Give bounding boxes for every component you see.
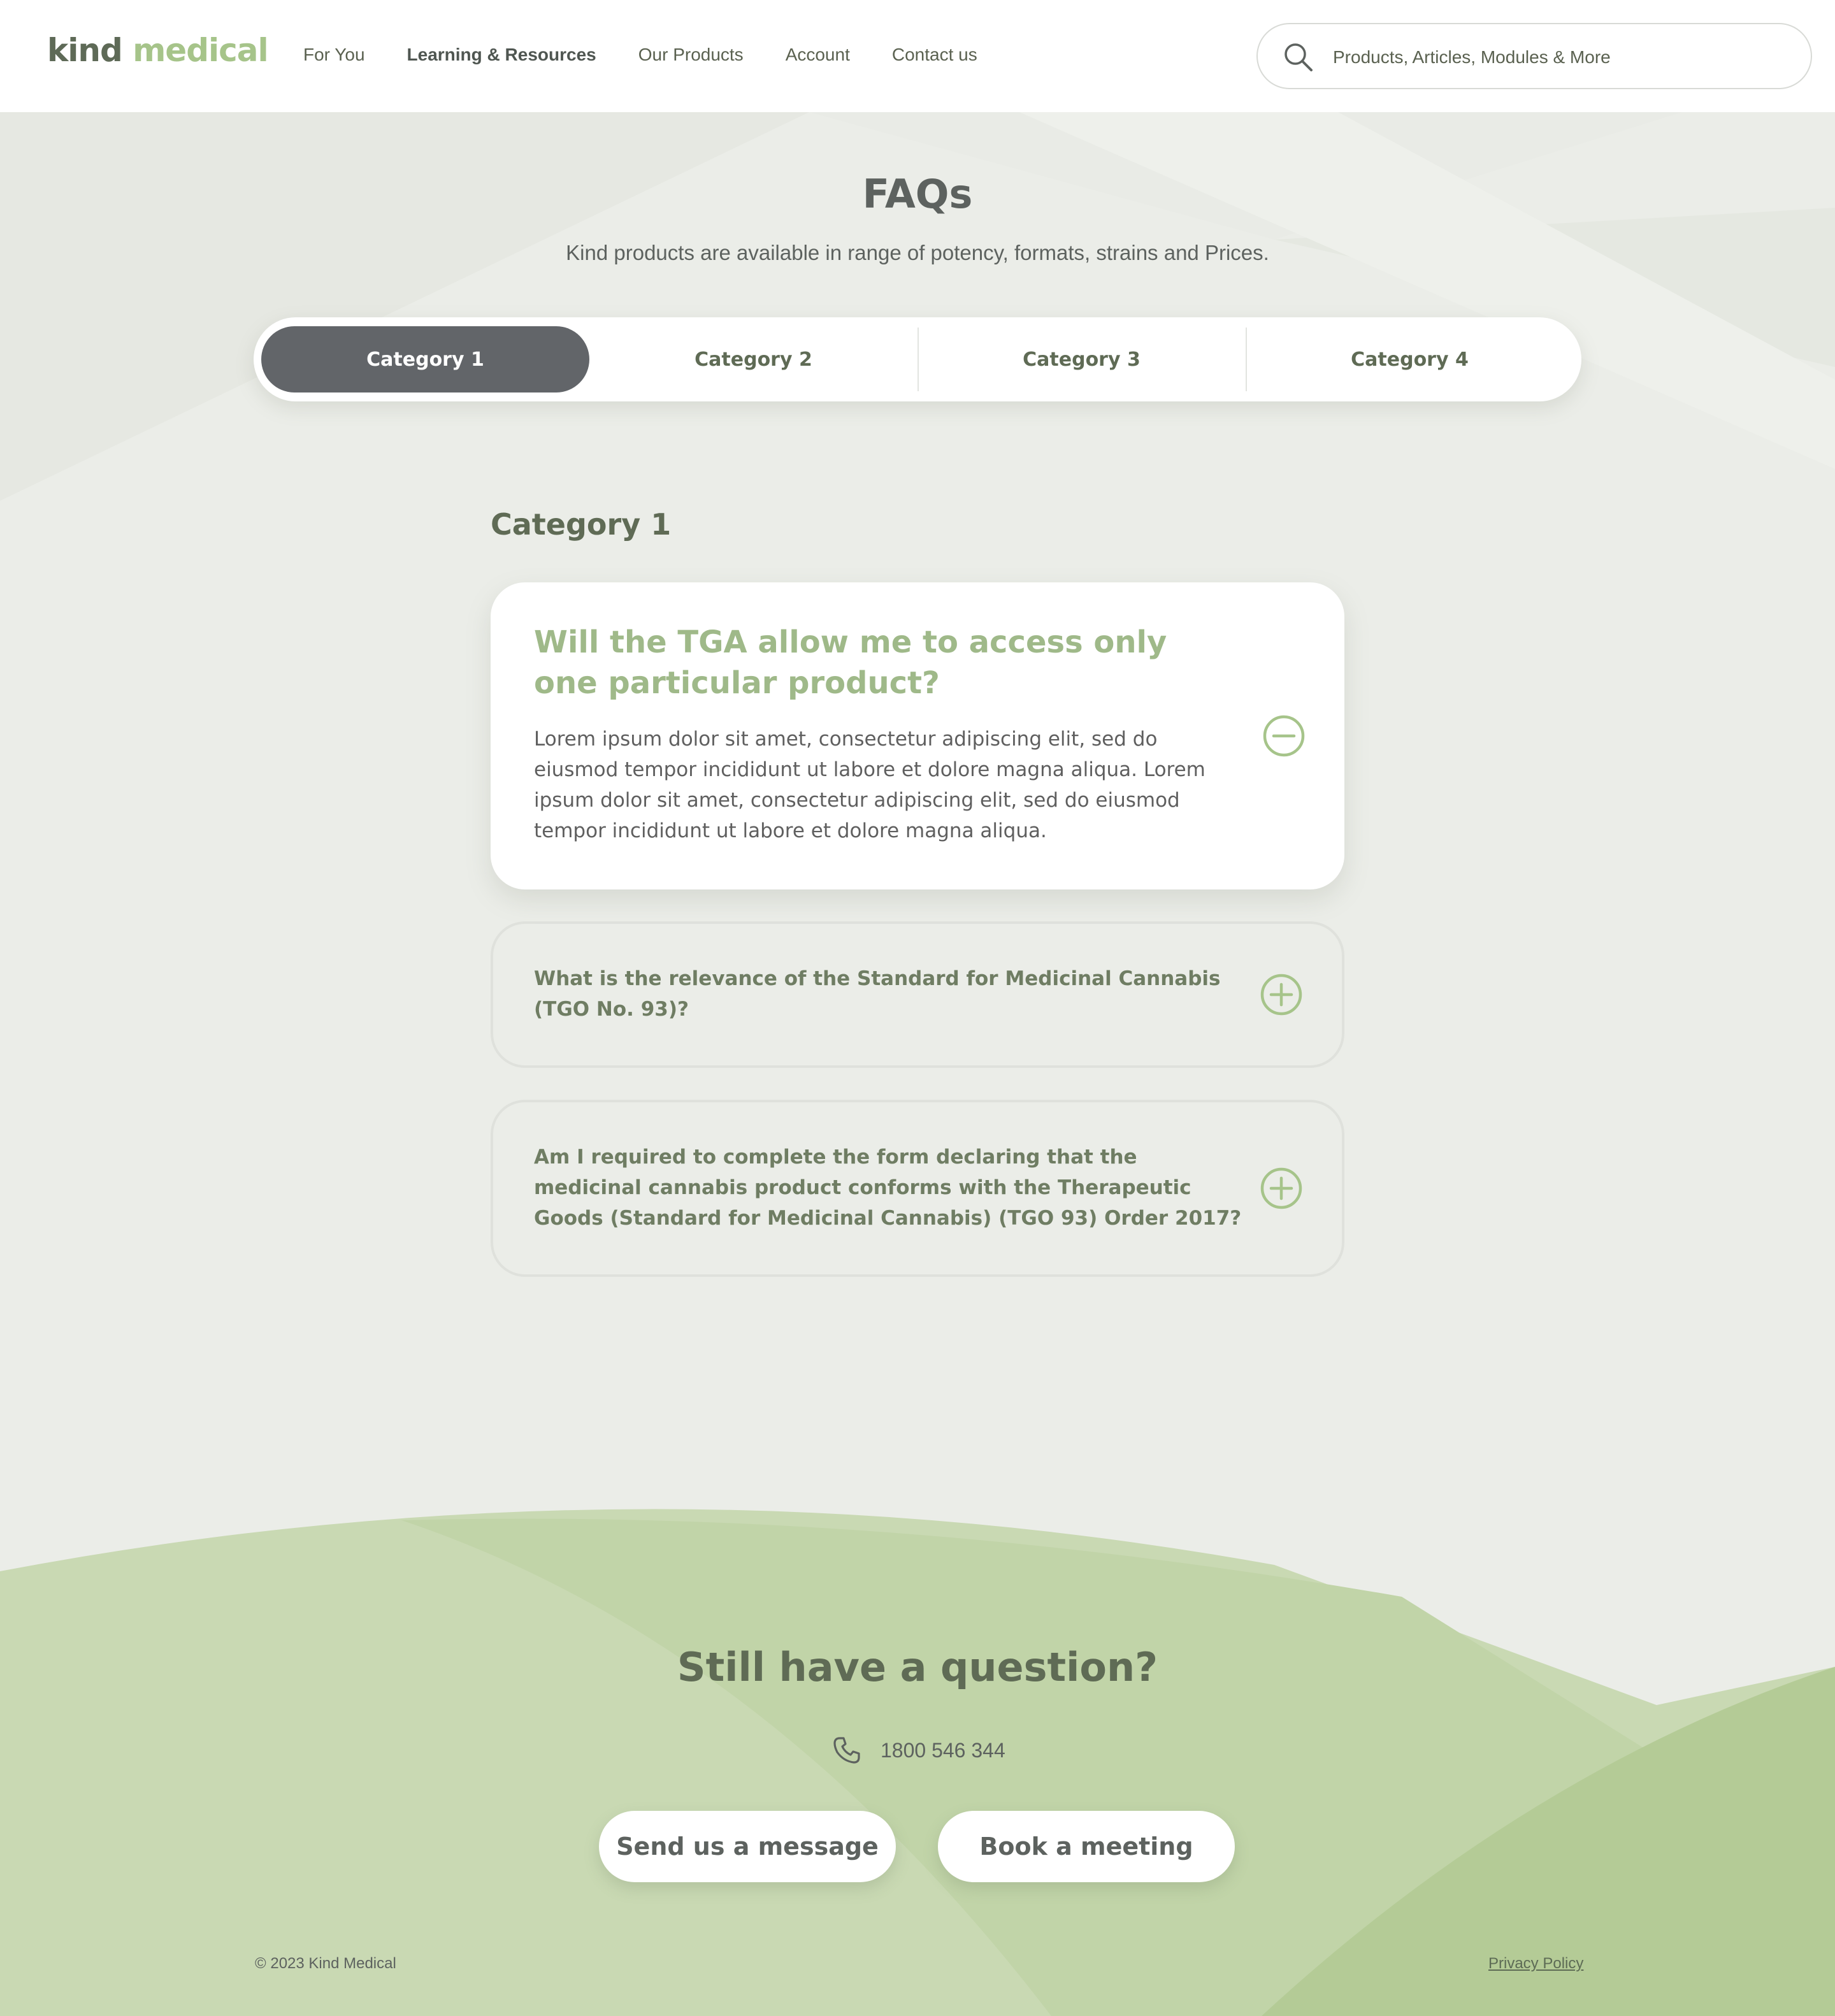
plus-circle-icon[interactable] [1259,972,1304,1017]
faq-question[interactable]: Will the TGA allow me to access only one… [534,622,1235,703]
section-title: Category 1 [491,507,672,542]
page-title: FAQs [862,171,973,217]
tab-category-3[interactable]: Category 3 [918,326,1246,392]
nav-account[interactable]: Account [786,45,850,65]
logo-medical-text: medical [133,32,268,69]
nav-for-you[interactable]: For You [303,45,365,65]
nav-contact-us[interactable]: Contact us [892,45,977,65]
kind-medical-logo[interactable]: kind medical [47,32,269,69]
nav-our-products[interactable]: Our Products [638,45,744,65]
faq-item[interactable]: Am I required to complete the form decla… [491,1100,1344,1277]
tab-category-4[interactable]: Category 4 [1246,326,1574,392]
site-header: kind medical For You Learning & Resource… [0,0,1835,112]
plus-circle-icon[interactable] [1259,1166,1304,1211]
search-input[interactable] [1333,43,1779,71]
logo-kind-text: kind [47,32,123,69]
book-meeting-button[interactable]: Book a meeting [938,1811,1235,1882]
tab-category-1[interactable]: Category 1 [261,326,589,392]
nav-learning-resources[interactable]: Learning & Resources [407,45,596,65]
faq-question[interactable]: What is the relevance of the Standard fo… [534,963,1248,1025]
faq-item[interactable]: What is the relevance of the Standard fo… [491,921,1344,1068]
faq-question[interactable]: Am I required to complete the form decla… [534,1142,1248,1234]
faq-item-expanded: Will the TGA allow me to access only one… [491,582,1344,889]
category-tabs: Category 1 Category 2 Category 3 Categor… [254,317,1581,401]
search-bar [1256,23,1812,89]
faq-answer: Lorem ipsum dolor sit amet, consectetur … [534,728,1205,842]
send-message-button[interactable]: Send us a message [599,1811,896,1882]
phone-contact[interactable]: 1800 546 344 [832,1736,1005,1765]
page-subtitle: Kind products are available in range of … [566,241,1269,264]
search-icon[interactable] [1282,41,1315,74]
main-nav: For You Learning & Resources Our Product… [303,45,1019,65]
cta-title: Still have a question? [677,1644,1158,1690]
minus-circle-icon[interactable] [1262,714,1306,758]
privacy-policy-link[interactable]: Privacy Policy [1488,1955,1583,1973]
phone-icon [833,1737,860,1764]
phone-number[interactable]: 1800 546 344 [881,1739,1005,1762]
tab-category-2[interactable]: Category 2 [589,326,918,392]
copyright: © 2023 Kind Medical [255,1955,396,1972]
